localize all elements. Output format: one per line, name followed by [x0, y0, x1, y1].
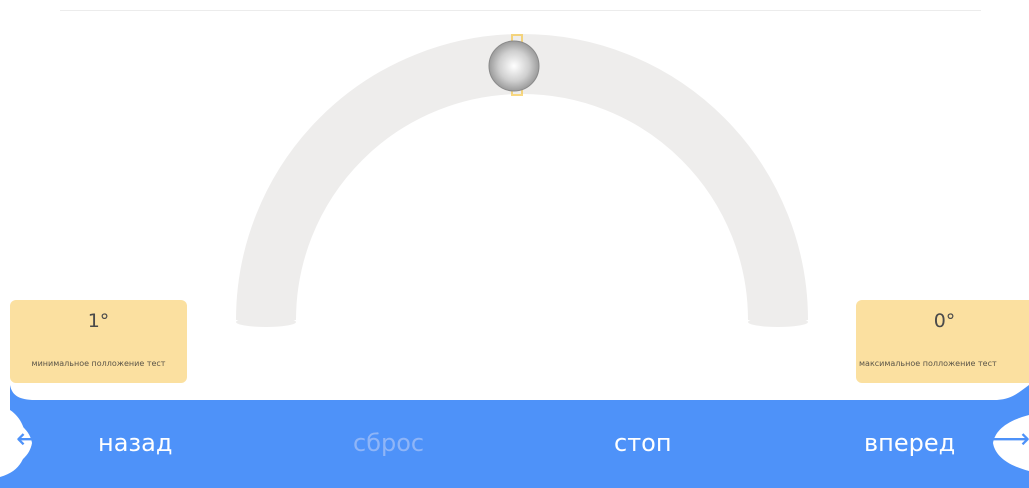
- gauge-knob[interactable]: [488, 40, 540, 92]
- back-button[interactable]: назад: [98, 429, 172, 457]
- forward-button[interactable]: вперед: [864, 429, 955, 457]
- control-bar: ⟵ назад сброс стоп вперед ⟶: [0, 385, 1029, 488]
- gauge-track-end-right: [748, 317, 808, 327]
- forward-arrow-icon[interactable]: ⟶: [990, 425, 1029, 453]
- back-arrow-icon[interactable]: ⟵: [16, 425, 56, 453]
- gauge-track: [236, 34, 808, 321]
- min-position-value: 1°: [87, 310, 110, 332]
- max-position-caption: максимальное полложение тест: [859, 359, 997, 368]
- min-position-caption: минимальное полложение тест: [31, 359, 166, 368]
- stop-button[interactable]: стоп: [614, 429, 672, 457]
- max-position-value: 0°: [933, 310, 956, 332]
- reset-button[interactable]: сброс: [353, 429, 424, 457]
- gauge-track-end-left: [236, 317, 296, 327]
- max-position-card: 0° максимальное полложение тест: [856, 300, 1029, 383]
- min-position-card: 1° минимальное полложение тест: [10, 300, 187, 383]
